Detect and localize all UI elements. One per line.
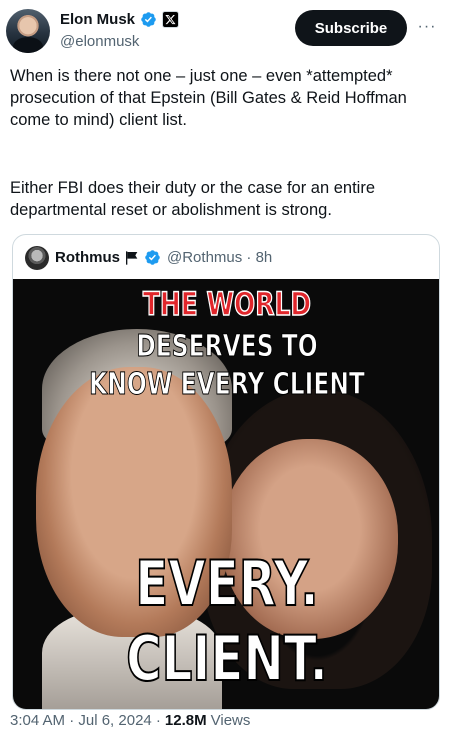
verified-badge-icon bbox=[145, 250, 160, 265]
x-logo-icon bbox=[162, 11, 180, 28]
views-count: 12.8M bbox=[164, 712, 207, 729]
author-name-row: Elon Musk bbox=[60, 11, 180, 28]
meme-caption-line-4: EVERY. bbox=[134, 546, 319, 621]
tweet-text-paragraph-1: When is there not one – just one – even … bbox=[10, 67, 407, 129]
tweet-meta: 3:04 AM · Jul 6, 2024 · 12.8M Views bbox=[10, 712, 250, 729]
meme-caption-line-3: KNOW EVERY CLIENT bbox=[89, 367, 366, 403]
quoted-tweet-header: Rothmus @Rothmus · 8h bbox=[13, 235, 439, 279]
flag-icon bbox=[126, 250, 138, 265]
views-label: Views bbox=[210, 712, 251, 729]
author-handle[interactable]: @elonmusk bbox=[60, 33, 139, 50]
tweet-timestamp[interactable]: 3:04 AM · Jul 6, 2024 · bbox=[10, 712, 161, 729]
subscribe-button[interactable]: Subscribe bbox=[295, 10, 407, 46]
quoted-tweet-card[interactable]: Rothmus @Rothmus · 8h THE WORLD DESERVES… bbox=[12, 234, 440, 710]
quoted-author-name: Rothmus bbox=[55, 249, 120, 266]
tweet-text-paragraph-2: Either FBI does their duty or the case f… bbox=[10, 179, 376, 219]
tweet-header: Elon Musk @elonmusk Subscribe ··· bbox=[0, 0, 454, 60]
meme-caption-line-5: CLIENT. bbox=[125, 621, 328, 696]
meme-caption-line-2: DESERVES TO bbox=[136, 329, 318, 365]
quoted-author-avatar bbox=[25, 246, 49, 270]
verified-badge-icon bbox=[141, 12, 156, 27]
author-avatar[interactable] bbox=[6, 9, 50, 53]
more-options-icon[interactable]: ··· bbox=[414, 14, 440, 40]
author-display-name[interactable]: Elon Musk bbox=[60, 11, 135, 28]
quoted-author-row: Rothmus @Rothmus · 8h bbox=[55, 249, 272, 266]
quoted-tweet-image[interactable]: THE WORLD DESERVES TO KNOW EVERY CLIENT … bbox=[13, 279, 439, 709]
meme-caption-line-1: THE WORLD bbox=[142, 284, 312, 324]
quoted-author-handle-time: @Rothmus · 8h bbox=[167, 249, 273, 266]
